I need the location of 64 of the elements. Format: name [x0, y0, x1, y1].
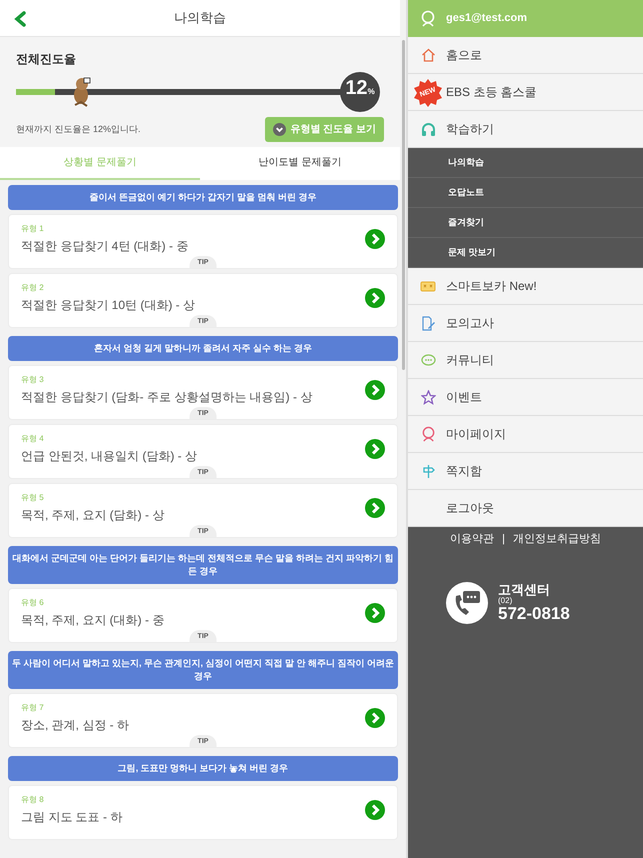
type-label: 유형 8: [21, 794, 45, 806]
menu-item[interactable]: 모의고사: [446, 314, 494, 332]
chevron-down-icon: [273, 123, 286, 136]
area-code: (02): [498, 597, 512, 606]
footer-link[interactable]: 개인정보취급방침: [512, 531, 601, 548]
chevron-right-icon[interactable]: [365, 708, 385, 728]
user-icon: [420, 10, 436, 27]
menu-item[interactable]: 마이페이지: [446, 425, 506, 443]
type-title: 적절한 응답찾기 10턴 (대화) - 상: [21, 297, 196, 314]
type-title: 목적, 주제, 요지 (대화) - 중: [21, 612, 166, 630]
menu-item[interactable]: 스마트보카 New!: [446, 277, 537, 295]
type-label: 유형 1: [21, 223, 45, 236]
type-label: 유형 5: [21, 492, 45, 504]
menu-item[interactable]: 홈으로: [446, 46, 482, 64]
chevron-right-icon[interactable]: [365, 380, 385, 400]
menu-item[interactable]: 로그아웃: [446, 499, 494, 517]
signpost-icon: [420, 464, 436, 478]
scrollbar[interactable]: [402, 40, 405, 370]
type-label: 유형 7: [21, 702, 45, 714]
menu-item[interactable]: 학습하기: [446, 120, 494, 138]
menu-item[interactable]: 이벤트: [446, 388, 482, 406]
chevron-right-icon[interactable]: [365, 603, 385, 624]
type-label: 유형 2: [21, 282, 45, 294]
back-icon[interactable]: [14, 11, 26, 27]
type-title: 그림 지도 도표 - 하: [21, 809, 124, 826]
phone-chat-icon: [446, 582, 488, 624]
situation-header: 혼자서 엄청 길게 말하니까 졸려서 자주 실수 하는 경우: [8, 336, 398, 362]
type-label: 유형 6: [21, 597, 45, 610]
progress-label: 전체진도율: [16, 52, 76, 66]
document-pencil-icon: [420, 316, 436, 330]
progress-message: 현재까지 진도율은 12%입니다.: [16, 122, 141, 136]
headphones-icon: [420, 122, 436, 136]
type-title: 목적, 주제, 요지 (담화) - 상: [21, 507, 166, 524]
type-title: 언급 안된것, 내용일치 (담화) - 상: [21, 448, 198, 466]
type-label: 유형 4: [21, 433, 45, 446]
menu-item[interactable]: 쪽지함: [446, 462, 482, 480]
chat-bubble-icon: [420, 354, 436, 366]
question-type-card[interactable]: 유형 8 그림 지도 도표 - 하: [8, 785, 398, 840]
phone-number: 572-0818: [498, 605, 570, 622]
percent-badge: 12%: [340, 72, 380, 112]
user-icon: [420, 426, 436, 442]
chevron-right-icon[interactable]: [365, 439, 385, 460]
situation-header: 대화에서 군데군데 아는 단어가 들리기는 하는데 전체적으로 무슨 말을 하려는 건지 파악하기 힘든 경우: [8, 546, 398, 584]
situation-header: 줄이서 뜬금없이 예기 하다가 갑자기 말을 멈춰 버린 경우: [8, 185, 398, 210]
type-title: 장소, 관계, 심정 - 하: [21, 717, 130, 734]
footer-link[interactable]: 이용약관: [450, 531, 494, 548]
chevron-right-icon[interactable]: [365, 288, 385, 308]
separator: |: [502, 532, 505, 547]
customer-center-title: 고객센터: [498, 582, 551, 597]
chevron-right-icon[interactable]: [365, 229, 385, 250]
card-icon: [420, 280, 436, 292]
chevron-right-icon[interactable]: [365, 800, 385, 820]
page-title: 나의학습: [174, 9, 226, 28]
type-title: 적절한 응답찾기 4턴 (대화) - 중: [21, 238, 190, 256]
user-email: ges1@test.com: [446, 11, 528, 26]
menu-item[interactable]: EBS 초등 홈스쿨: [446, 83, 537, 101]
situation-header: 두 사람이 어디서 말하고 있는지, 무슨 관계인지, 심정이 어떤지 직접 말 안 해주니 짐작이 어려운 경우: [8, 651, 398, 690]
menu-item[interactable]: 커뮤니티: [446, 351, 494, 369]
star-icon: [420, 390, 436, 404]
type-label: 유형 3: [21, 374, 45, 386]
type-title: 적절한 응답찾기 (담화- 주로 상황설명하는 내용임) - 상: [21, 389, 314, 406]
chevron-right-icon[interactable]: [365, 498, 385, 518]
home-icon: [420, 48, 436, 62]
situation-header: 그림, 도표만 멍하니 보다가 놓쳐 버린 경우: [8, 756, 398, 782]
